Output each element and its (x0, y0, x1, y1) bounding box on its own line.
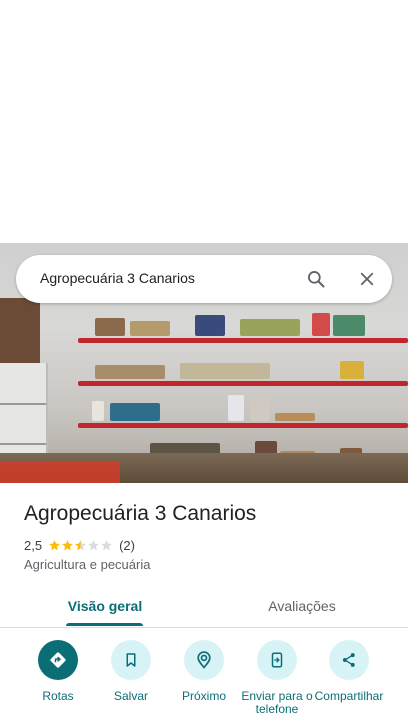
photo-item (340, 361, 364, 379)
bookmark-icon (126, 653, 136, 667)
save-label: Salvar (113, 689, 148, 703)
rating-count: (2) (119, 537, 135, 553)
star-empty-icon (88, 539, 99, 550)
directions-button[interactable]: Rotas (18, 640, 98, 703)
map-blank-area (0, 0, 408, 243)
nearby-icon (197, 651, 211, 669)
rating-row[interactable]: 2,5 (2) (24, 537, 135, 553)
photo-cabinet-shelf (0, 403, 46, 405)
place-title: Agropecuária 3 Canarios (24, 502, 257, 525)
nearby-button[interactable]: Próximo (164, 640, 244, 703)
nearby-button-circle[interactable] (184, 640, 224, 680)
star-half-icon (75, 539, 86, 550)
photo-item (333, 315, 365, 336)
star-full-icon (62, 539, 73, 550)
tab-overview[interactable]: Visão geral (40, 585, 170, 627)
star-empty-icon (101, 539, 112, 550)
share-button[interactable]: Compartilhar (309, 640, 389, 703)
save-button-circle[interactable] (111, 640, 151, 680)
photo-item (180, 363, 270, 379)
nearby-label: Próximo (181, 689, 226, 703)
close-button[interactable] (355, 267, 379, 291)
action-bar: Rotas Salvar Próximo Enviar para o telef… (0, 640, 408, 726)
photo-item (110, 403, 160, 421)
search-button[interactable] (304, 267, 328, 291)
photo-item (250, 398, 270, 421)
photo-cabinet-shelf (0, 443, 46, 445)
photo-item (195, 315, 225, 336)
save-button[interactable]: Salvar (91, 640, 171, 703)
send-to-phone-label: Enviar para o telefone (241, 689, 313, 716)
tab-active-indicator (66, 623, 143, 626)
photo-shelf (78, 381, 408, 386)
photo-item (95, 318, 125, 336)
photo-shelf (78, 423, 408, 428)
photo-item (275, 413, 315, 421)
directions-button-circle[interactable] (38, 640, 78, 680)
photo-item (228, 395, 244, 421)
search-input[interactable]: Agropecuária 3 Canarios (40, 270, 195, 286)
rating-value: 2,5 (24, 537, 43, 553)
share-label: Compartilhar (314, 689, 384, 703)
photo-item (240, 319, 300, 336)
tab-reviews[interactable]: Avaliações (236, 585, 368, 627)
share-icon (342, 653, 355, 667)
photo-shelf (78, 338, 408, 343)
photo-item (312, 313, 330, 336)
photo-item (95, 365, 165, 379)
send-to-phone-button[interactable]: Enviar para o telefone (237, 640, 317, 716)
star-full-icon (49, 539, 60, 550)
directions-label: Rotas (42, 689, 74, 703)
share-button-circle[interactable] (329, 640, 369, 680)
directions-icon (50, 652, 66, 668)
rating-stars (48, 539, 113, 552)
send-to-phone-button-circle[interactable] (257, 640, 297, 680)
tab-bar: Visão geral Avaliações (0, 585, 408, 628)
search-bar[interactable]: Agropecuária 3 Canarios (16, 255, 392, 303)
close-icon (360, 272, 374, 286)
search-icon (308, 271, 325, 288)
place-category[interactable]: Agricultura e pecuária (24, 557, 150, 572)
photo-counter (0, 461, 120, 483)
photo-item (92, 401, 104, 421)
photo-item (130, 321, 170, 336)
send-to-phone-icon (271, 652, 283, 668)
